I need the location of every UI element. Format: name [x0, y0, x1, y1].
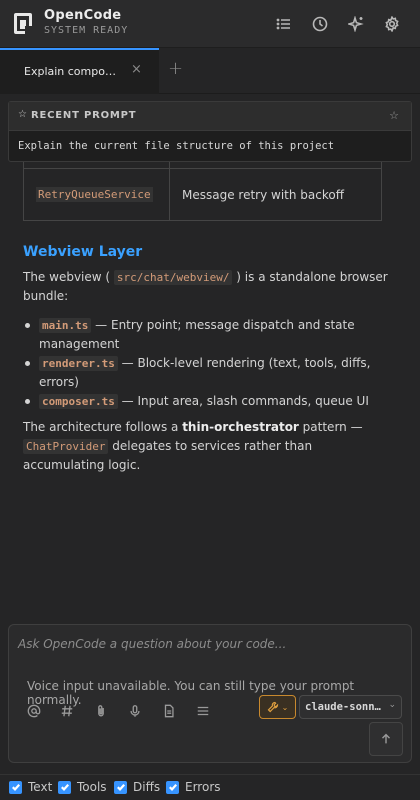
intro-paragraph: The webview ( src/chat/webview/ ) is a s… [23, 270, 388, 303]
hash-icon[interactable] [59, 703, 75, 719]
filter-text[interactable]: Text [9, 780, 52, 794]
wrench-icon [267, 701, 278, 713]
section-heading: Webview Layer [23, 244, 143, 260]
recent-prompt-text[interactable]: Explain the current file structure of th… [18, 140, 334, 152]
outro-paragraph: The architecture follows a thin-orchestr… [23, 420, 363, 472]
services-table: RetryQueueService Message retry with bac… [23, 162, 382, 221]
prompt-input[interactable]: Ask OpenCode a question about your code.… [18, 637, 286, 651]
app-status: SYSTEM READY [44, 25, 129, 36]
tab-bar: Explain compo… × + [0, 48, 420, 94]
star-toggle-icon[interactable]: ☆ [389, 109, 399, 122]
composer: Ask OpenCode a question about your code.… [8, 624, 412, 763]
send-button[interactable] [369, 722, 403, 756]
settings-icon[interactable] [382, 14, 402, 34]
service-name: RetryQueueService [36, 187, 153, 202]
table-row: RetryQueueService Message retry with bac… [23, 168, 382, 221]
opencode-logo [14, 13, 32, 34]
file-icon[interactable] [161, 703, 177, 719]
service-description: Message retry with backoff [169, 168, 382, 221]
microphone-icon[interactable] [127, 703, 143, 719]
filter-tools[interactable]: Tools [58, 780, 107, 794]
paperclip-icon[interactable] [93, 703, 109, 719]
checkbox[interactable] [58, 780, 71, 794]
star-icon: ☆ [18, 109, 27, 120]
list-item: main.ts — Entry point; message dispatch … [23, 316, 395, 354]
at-icon[interactable] [26, 703, 42, 719]
inline-code: src/chat/webview/ [113, 270, 233, 285]
inline-code: ChatProvider [23, 439, 109, 454]
recent-prompt-header: ☆ RECENT PROMPT ☆ [9, 102, 411, 131]
list-item: renderer.ts — Block-level rendering (tex… [23, 354, 395, 392]
bullet-list: main.ts — Entry point; message dispatch … [23, 316, 395, 411]
history-icon[interactable] [310, 14, 330, 34]
filter-diffs[interactable]: Diffs [114, 780, 160, 794]
chevron-down-icon: ⌄ [388, 700, 396, 710]
filter-errors[interactable]: Errors [166, 780, 221, 794]
recent-prompt-card[interactable]: ☆ RECENT PROMPT ☆ Explain the current fi… [8, 101, 412, 162]
checkbox[interactable] [166, 780, 179, 794]
tools-toggle[interactable]: ⌄ [259, 695, 296, 719]
model-select[interactable]: claude-sonnet ⌄ [299, 695, 402, 719]
checkbox[interactable] [9, 780, 22, 794]
tab-label: Explain compo… [24, 65, 116, 78]
sparkle-icon[interactable] [346, 14, 366, 34]
chevron-down-icon: ⌄ [281, 702, 289, 712]
model-label: claude-sonnet [305, 701, 385, 713]
close-icon[interactable]: × [131, 62, 142, 77]
checkbox[interactable] [114, 780, 127, 794]
add-tab-button[interactable]: + [168, 58, 183, 79]
list-item: composer.ts — Input area, slash commands… [23, 392, 395, 411]
arrow-up-icon [382, 733, 390, 744]
app-header: OpenCode SYSTEM READY [0, 0, 420, 48]
queue-icon[interactable] [195, 703, 211, 719]
filter-bar: Text Tools Diffs Errors [0, 774, 420, 800]
app-title: OpenCode [44, 8, 122, 23]
recent-prompt-title: RECENT PROMPT [31, 110, 137, 121]
tab-explain[interactable]: Explain compo… × [0, 48, 159, 94]
list-icon[interactable] [274, 14, 294, 34]
chat-content[interactable]: RetryQueueService Message retry with bac… [0, 162, 420, 618]
